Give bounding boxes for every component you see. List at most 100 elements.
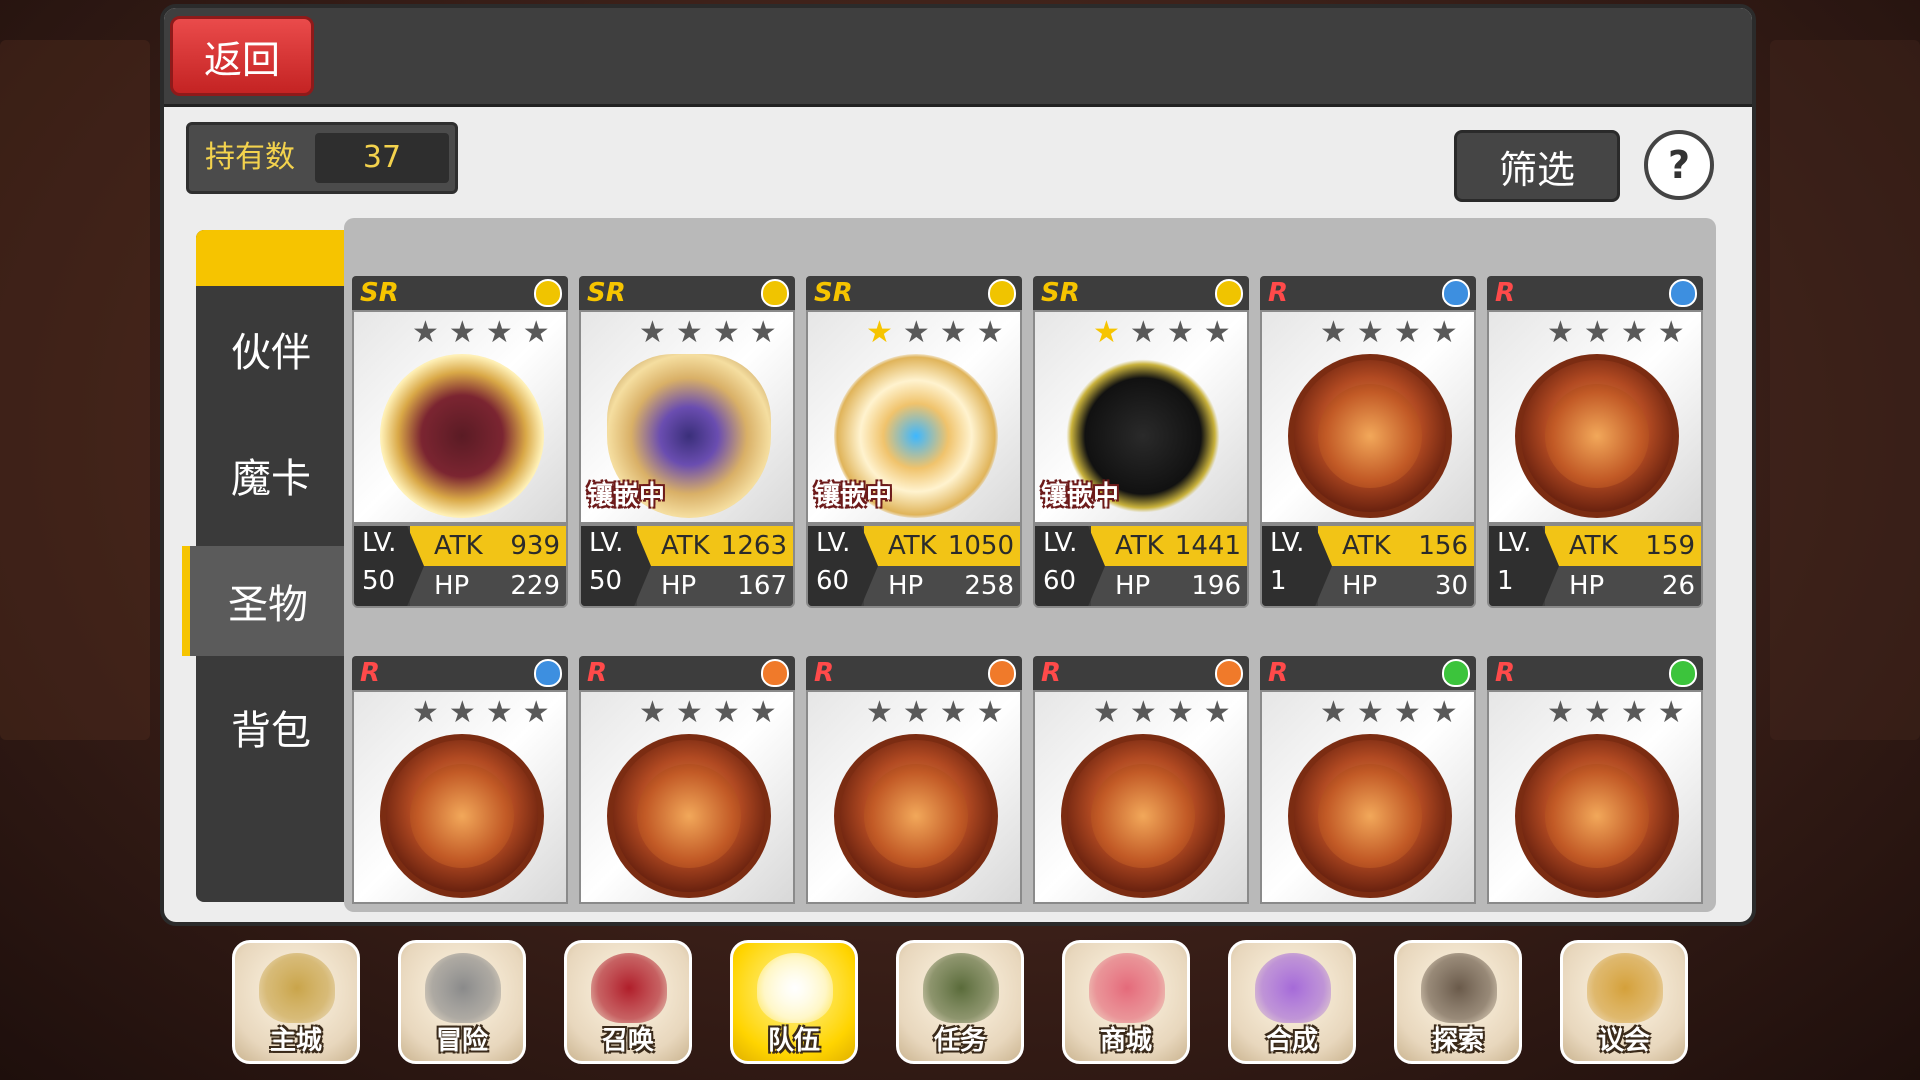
nav-2[interactable]: 召唤 (564, 940, 692, 1064)
relic-card[interactable]: SR ★ ★ ★ ★ ATK 939 HP 229 LV. 50 (352, 276, 568, 616)
relic-card[interactable]: R ★ ★ ★ ★ ATK 159 HP 26 LV. 1 (1487, 276, 1703, 616)
nav-6[interactable]: 合成 (1228, 940, 1356, 1064)
star-rating: ★ ★ ★ ★ (1320, 318, 1458, 348)
relic-medal-image (1061, 734, 1225, 898)
star-icon: ★ (1620, 315, 1648, 350)
card-header: SR (579, 276, 795, 310)
relic-medal-image (1288, 734, 1452, 898)
relic-card[interactable]: R ★ ★ ★ ★ (1487, 656, 1703, 912)
relic-card[interactable]: R ★ ★ ★ ★ (579, 656, 795, 912)
hp-row: HP 258 (864, 566, 1020, 606)
star-icon: ★ (712, 695, 740, 730)
relic-stats: ATK 1263 HP 167 LV. 50 (579, 524, 795, 608)
card-header: R (1033, 656, 1249, 690)
relic-art: ★ ★ ★ ★ (806, 690, 1022, 904)
element-icon (761, 659, 789, 687)
relic-medal-image (834, 734, 998, 898)
tab-magic-cards[interactable]: 魔卡 (196, 420, 346, 530)
relic-card[interactable]: R ★ ★ ★ ★ (352, 656, 568, 912)
relic-medal-image (607, 734, 771, 898)
bottom-nav: 主城 冒险 召唤 队伍 任务 商城 合成 探索 议会 (232, 940, 1692, 1070)
atk-row: ATK 156 (1318, 526, 1474, 566)
tab-backpack[interactable]: 背包 (196, 672, 346, 782)
owned-count-box: 持有数 37 (186, 122, 458, 194)
filter-button[interactable]: 筛选 (1454, 130, 1620, 202)
relic-art: ★ ★ ★ ★ (1260, 310, 1476, 524)
star-rating: ★ ★ ★ ★ (639, 698, 777, 728)
rarity-badge: R (1268, 278, 1289, 308)
level-label: LV. (362, 528, 397, 558)
relic-medal-image (380, 734, 544, 898)
nav-3[interactable]: 队伍 (730, 940, 858, 1064)
relic-card[interactable]: R ★ ★ ★ ★ ATK 156 HP 30 LV. 1 (1260, 276, 1476, 616)
relic-medal-inner (1318, 384, 1422, 488)
hp-value: 196 (1191, 571, 1241, 601)
tab-partners[interactable]: 伙伴 (196, 294, 346, 404)
relic-stats: ATK 939 HP 229 LV. 50 (352, 524, 568, 608)
relic-card[interactable]: SR ★ ★ ★ ★ 镶嵌中 ATK 1441 HP 196 LV. 60 (1033, 276, 1249, 616)
relic-art: ★ ★ ★ ★ (1033, 690, 1249, 904)
card-header: R (1487, 656, 1703, 690)
element-icon (1669, 659, 1697, 687)
star-icon: ★ (1166, 695, 1194, 730)
rarity-badge: SR (1041, 278, 1080, 308)
nav-label: 议会 (1597, 1026, 1650, 1056)
star-icon: ★ (675, 695, 703, 730)
nav-8[interactable]: 议会 (1560, 940, 1688, 1064)
atk-label: ATK (1569, 531, 1618, 561)
star-icon: ★ (1583, 695, 1611, 730)
winged-shield-icon (757, 953, 833, 1023)
relic-panel: 返回 持有数 37 筛选 ? 伙伴 魔卡 圣物 背包 SR ★ ★ ★ ★ ATK 939 H… (160, 4, 1756, 926)
relic-card[interactable]: SR ★ ★ ★ ★ 镶嵌中 ATK 1050 HP 258 LV. 60 (806, 276, 1022, 616)
star-icon: ★ (1129, 315, 1157, 350)
relic-medal-image (1515, 354, 1679, 518)
nav-7[interactable]: 探索 (1394, 940, 1522, 1064)
star-icon: ★ (1356, 315, 1384, 350)
nav-1[interactable]: 冒险 (398, 940, 526, 1064)
rarity-badge: R (360, 658, 381, 688)
rarity-badge: R (814, 658, 835, 688)
star-icon: ★ (1320, 315, 1347, 350)
relic-medal-image (380, 354, 544, 518)
star-icon: ★ (866, 315, 893, 350)
rarity-badge: R (1495, 658, 1516, 688)
star-icon: ★ (749, 315, 777, 350)
relic-card[interactable]: R ★ ★ ★ ★ (1033, 656, 1249, 912)
star-rating: ★ ★ ★ ★ (1093, 698, 1231, 728)
hp-label: HP (1115, 571, 1151, 601)
star-icon: ★ (1547, 315, 1574, 350)
nav-0[interactable]: 主城 (232, 940, 360, 1064)
relic-card[interactable]: R ★ ★ ★ ★ (1260, 656, 1476, 912)
relic-medal-inner (1545, 764, 1649, 868)
relic-card[interactable]: R ★ ★ ★ ★ (806, 656, 1022, 912)
back-button[interactable]: 返回 (170, 16, 314, 96)
hp-row: HP 26 (1545, 566, 1701, 606)
star-icon: ★ (412, 315, 439, 350)
card-header: R (806, 656, 1022, 690)
relic-grid: SR ★ ★ ★ ★ ATK 939 HP 229 LV. 50 SR ★ ★ ★ ★ 镶嵌中 ATK 1263 HP… (344, 218, 1716, 912)
help-button[interactable]: ? (1644, 130, 1714, 200)
rarity-badge: R (1495, 278, 1516, 308)
star-icon: ★ (639, 695, 666, 730)
star-icon: ★ (976, 695, 1004, 730)
tab-relics[interactable]: 圣物 (182, 546, 346, 656)
card-icon (591, 953, 667, 1023)
nav-5[interactable]: 商城 (1062, 940, 1190, 1064)
star-icon: ★ (639, 315, 666, 350)
star-icon: ★ (485, 315, 513, 350)
star-icon: ★ (902, 315, 930, 350)
nav-4[interactable]: 任务 (896, 940, 1024, 1064)
relic-card[interactable]: SR ★ ★ ★ ★ 镶嵌中 ATK 1263 HP 167 LV. 50 (579, 276, 795, 616)
relic-medal-inner (410, 764, 514, 868)
owned-count-value: 37 (315, 133, 449, 183)
star-rating: ★ ★ ★ ★ (1547, 698, 1685, 728)
relic-art: ★ ★ ★ ★ (1487, 310, 1703, 524)
relic-art: ★ ★ ★ ★ 镶嵌中 (806, 310, 1022, 524)
top-bar: 返回 (164, 8, 1752, 107)
hp-value: 30 (1434, 571, 1468, 601)
level-label: LV. (1270, 528, 1305, 558)
star-rating: ★ ★ ★ ★ (412, 698, 550, 728)
rarity-badge: SR (360, 278, 399, 308)
star-icon: ★ (1393, 315, 1421, 350)
element-icon (1215, 659, 1243, 687)
